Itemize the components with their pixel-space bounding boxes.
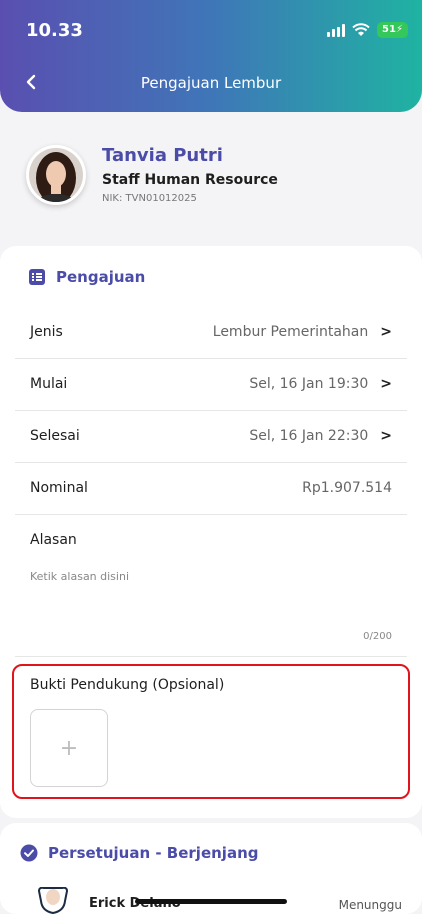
wifi-icon bbox=[352, 23, 370, 36]
status-icons: 51⚡ bbox=[327, 22, 408, 38]
employee-profile: Tanvia Putri Staff Human Resource NIK: T… bbox=[26, 145, 406, 207]
employee-name: Tanvia Putri bbox=[102, 145, 223, 166]
signal-icon bbox=[327, 23, 346, 37]
mulai-value: Sel, 16 Jan 19:30 bbox=[249, 376, 369, 392]
persetujuan-header: Persetujuan - Berjenjang bbox=[20, 844, 258, 862]
chevron-right-icon: > bbox=[380, 376, 392, 392]
jenis-label: Jenis bbox=[30, 324, 63, 340]
nominal-label: Nominal bbox=[30, 480, 88, 496]
home-indicator bbox=[135, 899, 287, 904]
nominal-value: Rp1.907.514 bbox=[302, 480, 392, 496]
selesai-label: Selesai bbox=[30, 428, 80, 444]
bukti-pendukung-section: Bukti Pendukung (Opsional) + bbox=[12, 664, 410, 799]
pengajuan-title: Pengajuan bbox=[56, 268, 146, 286]
page-title: Pengajuan Lembur bbox=[140, 74, 282, 92]
approver-status: Menunggu bbox=[338, 898, 402, 912]
approver-avatar bbox=[34, 887, 72, 914]
check-circle-icon bbox=[20, 844, 38, 862]
mulai-label: Mulai bbox=[30, 376, 68, 392]
nominal-row: Nominal Rp1.907.514 bbox=[15, 463, 407, 515]
status-time: 10.33 bbox=[26, 20, 83, 41]
chevron-right-icon: > bbox=[380, 324, 392, 340]
alasan-input[interactable]: Ketik alasan disini bbox=[30, 570, 129, 583]
battery-icon: 51⚡ bbox=[377, 22, 408, 38]
jenis-row[interactable]: Jenis Lembur Pemerintahan > bbox=[15, 307, 407, 359]
persetujuan-title: Persetujuan - Berjenjang bbox=[48, 844, 259, 862]
bukti-label: Bukti Pendukung (Opsional) bbox=[30, 677, 225, 693]
avatar bbox=[26, 145, 86, 205]
alasan-counter: 0/200 bbox=[363, 631, 392, 642]
app-header: 10.33 51⚡ Pengajuan Lembur bbox=[0, 0, 422, 112]
employee-role: Staff Human Resource bbox=[102, 172, 278, 188]
battery-level: 51 bbox=[382, 24, 396, 35]
pengajuan-header: Pengajuan bbox=[28, 268, 145, 286]
upload-button[interactable]: + bbox=[30, 709, 108, 787]
plus-icon: + bbox=[59, 735, 79, 761]
divider bbox=[15, 656, 407, 657]
jenis-value: Lembur Pemerintahan bbox=[212, 324, 369, 340]
mulai-row[interactable]: Mulai Sel, 16 Jan 19:30 > bbox=[15, 359, 407, 411]
chevron-right-icon: > bbox=[380, 428, 392, 444]
list-icon bbox=[29, 269, 45, 285]
employee-nik: NIK: TVN01012025 bbox=[102, 193, 197, 204]
selesai-row[interactable]: Selesai Sel, 16 Jan 22:30 > bbox=[15, 411, 407, 463]
alasan-label: Alasan bbox=[30, 532, 77, 548]
selesai-value: Sel, 16 Jan 22:30 bbox=[249, 428, 369, 444]
